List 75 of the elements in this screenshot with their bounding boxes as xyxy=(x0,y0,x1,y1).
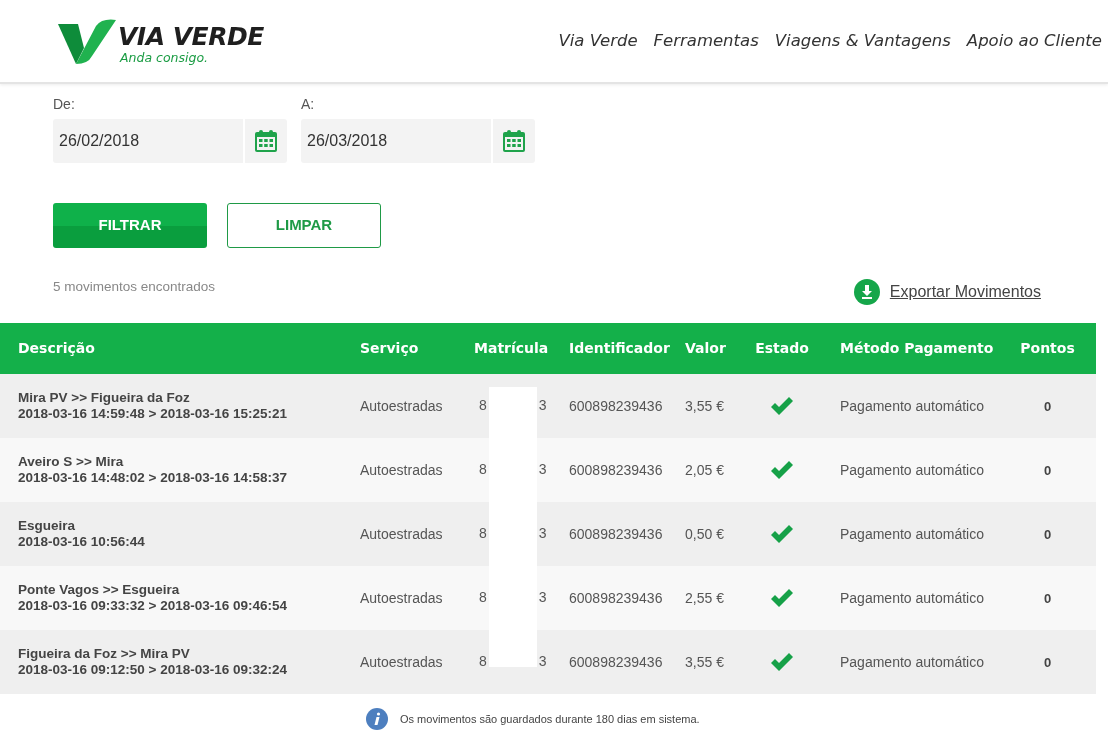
info-note: Os movimentos são guardados durante 180 dias em sistema. xyxy=(400,711,700,727)
column-header: Valor xyxy=(685,340,726,356)
table-cell: Autoestradas xyxy=(360,397,443,414)
brand-name: VIA VERDE xyxy=(118,23,264,49)
column-header: Método Pagamento xyxy=(840,340,994,356)
column-header: Estado xyxy=(755,340,809,356)
table-row[interactable]: Aveiro S >> Mira 2018-03-16 14:48:02 > 2018-03-16 14:58:37 Autoestradas 8 3 600898239436 2,05 € Pagamento automático 0 xyxy=(0,438,1096,502)
plate-fragment: 8 xyxy=(479,588,487,605)
calendar-icon[interactable] xyxy=(254,129,278,153)
column-header: Serviço xyxy=(360,340,419,356)
nav-link[interactable]: Via Verde xyxy=(558,28,638,54)
table-cell: Autoestradas xyxy=(360,653,443,670)
table-cell: Autoestradas xyxy=(360,461,443,478)
table-cell: 600898239436 xyxy=(569,525,663,542)
table-cell: 3,55 € xyxy=(685,653,724,670)
table-cell: Pagamento automático xyxy=(840,653,984,670)
time-range: 2018-03-16 14:48:02 > 2018-03-16 14:58:37 xyxy=(18,470,289,487)
table-cell: Autoestradas xyxy=(360,525,443,542)
export-link[interactable]: Exportar Movimentos xyxy=(889,280,1041,304)
column-header: Matrícula xyxy=(474,340,549,356)
time-range: 2018-03-16 14:59:48 > 2018-03-16 15:25:21 xyxy=(18,406,289,423)
table-cell: Autoestradas xyxy=(360,589,443,606)
route-text: Figueira da Foz >> Mira PV xyxy=(18,645,191,662)
table-cell: 600898239436 xyxy=(569,461,663,478)
logo-icon xyxy=(58,18,118,64)
table-cell: 2,05 € xyxy=(685,461,724,478)
field-label: A: xyxy=(301,95,316,114)
table-cell: 0 xyxy=(1043,398,1052,414)
column-header: Pontos xyxy=(1020,340,1075,356)
route-text: Esgueira xyxy=(18,517,77,534)
plate-fragment: 3 xyxy=(538,460,547,477)
time-range: 2018-03-16 10:56:44 xyxy=(18,534,146,551)
nav-link[interactable]: Ferramentas xyxy=(653,28,759,54)
table-cell: 2,55 € xyxy=(685,589,724,606)
date-field[interactable]: 26/02/2018 xyxy=(53,119,243,163)
time-range: 2018-03-16 09:33:32 > 2018-03-16 09:46:54 xyxy=(18,598,289,615)
download-icon[interactable] xyxy=(853,279,880,305)
table-cell: 600898239436 xyxy=(569,589,663,606)
clear-button[interactable]: LIMPAR xyxy=(227,203,381,248)
time-range: 2018-03-16 09:12:50 > 2018-03-16 09:32:24 xyxy=(18,662,289,679)
table-row[interactable]: Mira PV >> Figueira da Foz 2018-03-16 14:59:48 > 2018-03-16 15:25:21 Autoestradas 8 3 600898239436 3,55 € Pagamento automático 0 xyxy=(0,374,1096,438)
table-row[interactable]: Ponte Vagos >> Esgueira 2018-03-16 09:33:32 > 2018-03-16 09:46:54 Autoestradas 8 3 600898239436 2,55 € Pagamento automático 0 xyxy=(0,566,1096,630)
table-cell: 0 xyxy=(1043,462,1052,478)
plate-fragment: 8 xyxy=(479,396,487,413)
info-icon xyxy=(366,708,388,730)
route-text: Aveiro S >> Mira xyxy=(18,453,125,470)
table-cell: Pagamento automático xyxy=(840,461,984,478)
table-cell: 0,50 € xyxy=(685,525,724,542)
route-text: Ponte Vagos >> Esgueira xyxy=(18,581,181,598)
plate-fragment: 8 xyxy=(479,652,487,669)
table-cell: 0 xyxy=(1043,526,1052,542)
table-cell: 600898239436 xyxy=(569,397,663,414)
table-cell: Pagamento automático xyxy=(840,589,984,606)
plate-fragment: 3 xyxy=(538,396,547,413)
plate-fragment: 3 xyxy=(538,652,547,669)
table-cell: Pagamento automático xyxy=(840,525,984,542)
result-count: 5 movimentos encontrados xyxy=(53,277,216,296)
plate-fragment: 3 xyxy=(538,588,547,605)
nav-link[interactable]: Apoio ao Cliente xyxy=(966,28,1102,54)
column-header: Identificador xyxy=(569,340,670,356)
table-cell: 3,55 € xyxy=(685,397,724,414)
field-label: De: xyxy=(53,95,76,114)
table-cell: Pagamento automático xyxy=(840,397,984,414)
route-text: Mira PV >> Figueira da Foz xyxy=(18,389,191,406)
plate-fragment: 8 xyxy=(479,460,487,477)
column-header: Descrição xyxy=(18,340,95,356)
plate-fragment: 3 xyxy=(538,524,547,541)
table-cell: 600898239436 xyxy=(569,653,663,670)
table-cell: 0 xyxy=(1043,590,1052,606)
nav-link[interactable]: Viagens & Vantagens xyxy=(774,28,951,54)
calendar-icon[interactable] xyxy=(502,129,526,153)
plate-fragment: 8 xyxy=(479,524,487,541)
table-cell: 0 xyxy=(1043,654,1052,670)
tagline: Anda consigo. xyxy=(120,51,210,65)
date-field[interactable]: 26/03/2018 xyxy=(301,119,491,163)
